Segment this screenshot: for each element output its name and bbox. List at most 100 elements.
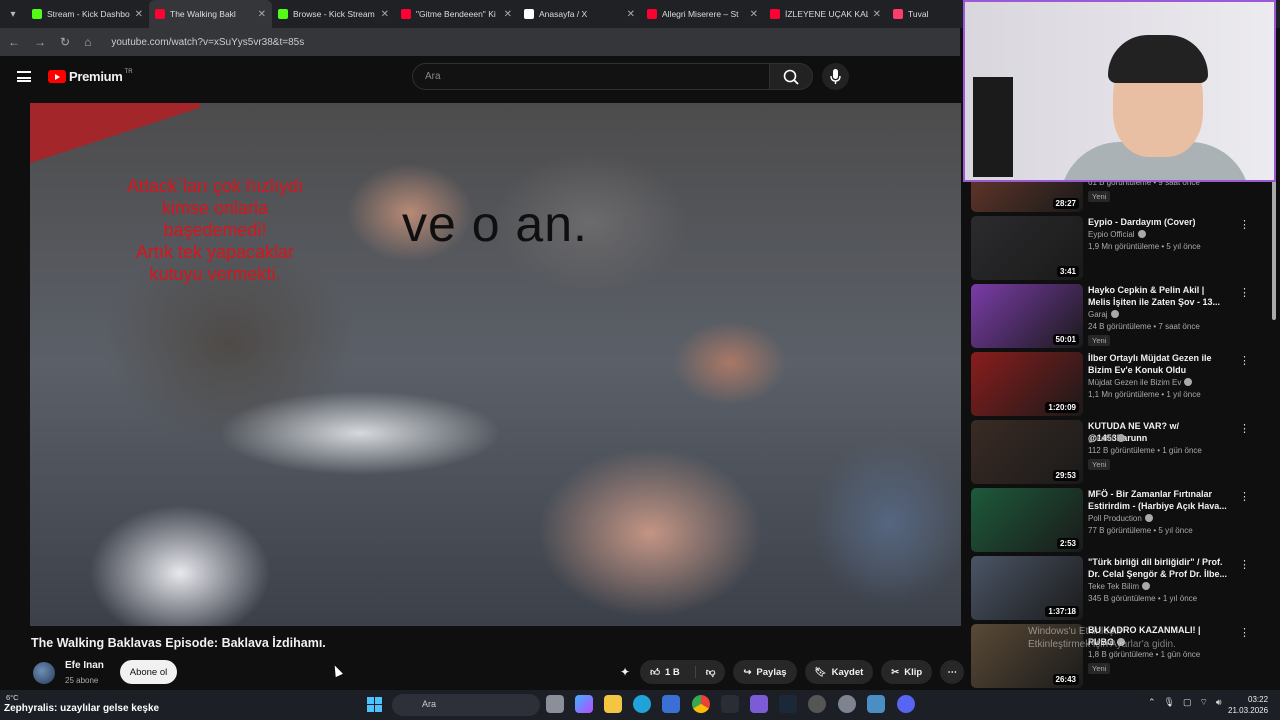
channel-name[interactable]: Efe Inan [65, 660, 104, 671]
tab-close-icon[interactable]: ✕ [750, 9, 758, 20]
video-player[interactable]: Attack`ları çok hızlıydı kimse onlarla b… [30, 103, 961, 626]
recommended-video[interactable]: 50:01 Hayko Cepkin & Pelin Akil | Melis İ… [971, 284, 1256, 348]
steam-icon[interactable] [779, 695, 797, 713]
video-thumbnail[interactable]: 28:27 [971, 178, 1083, 212]
video-title[interactable]: Eypio - Dardayım (Cover) [1088, 216, 1228, 228]
channel-name[interactable]: Eypio Official [1088, 230, 1146, 239]
video-title[interactable]: MFÖ - Bir Zamanlar Fırtınalar Estirirdim… [1088, 488, 1228, 512]
overlay-line: kutuyu vermekti. [149, 264, 281, 284]
windows-start-icon[interactable] [367, 697, 382, 712]
weather-widget[interactable]: 6°C [6, 693, 19, 702]
channel-name[interactable]: Müjdat Gezen ile Bizim Ev [1088, 378, 1193, 387]
clip-label: Klip [904, 666, 923, 678]
store-icon[interactable] [662, 695, 680, 713]
video-title[interactable]: Hayko Cepkin & Pelin Akil | Melis İşiten… [1088, 284, 1228, 308]
edge-icon[interactable] [633, 695, 651, 713]
video-duration: 26:43 [1052, 674, 1079, 685]
more-options-icon[interactable]: ⋮ [1239, 422, 1250, 435]
tab-title: Allegri Miserere – St [662, 9, 739, 19]
taskbar-clock[interactable]: 03:22 21.03.2026 [1228, 694, 1268, 716]
like-button[interactable]: 👍︎ 1 B 👎︎ [640, 660, 726, 684]
more-actions-button[interactable]: ⋯ [940, 660, 965, 684]
bookmark-icon: 🔖︎ [814, 666, 827, 678]
channel-name[interactable]: Teke Tek Bilim [1088, 582, 1150, 591]
overlay-line: kimse onlarla [161, 198, 269, 218]
utility-icon[interactable] [867, 695, 885, 713]
reload-icon[interactable]: ↻ [60, 35, 70, 49]
video-thumbnail[interactable]: 3:41 [971, 216, 1083, 280]
share-button[interactable]: ↪ Paylaş [733, 660, 797, 684]
video-thumbnail[interactable]: 2:53 [971, 488, 1083, 552]
home-icon[interactable]: ⌂ [84, 35, 91, 49]
menu-icon[interactable] [17, 71, 31, 82]
subscribe-button[interactable]: Abone ol [120, 660, 177, 684]
browser-tab[interactable]: İZLEYENE UÇAK KALI ✕ [764, 0, 887, 28]
search-button[interactable] [769, 63, 813, 90]
file-explorer-icon[interactable] [604, 695, 622, 713]
forward-icon[interactable]: → [34, 35, 46, 49]
more-options-icon[interactable]: ⋮ [1239, 558, 1250, 571]
video-overlay-caption: ve o an. [402, 196, 588, 252]
video-title[interactable]: İlber Ortaylı Müjdat Gezen ile Bizim Ev'… [1088, 352, 1228, 376]
copilot-icon[interactable] [575, 695, 593, 713]
tab-close-icon[interactable]: ✕ [135, 9, 143, 20]
system-tray-icons[interactable]: ⌃🎙︎▢⌔🔊︎ [1148, 697, 1230, 708]
obs-icon[interactable] [750, 695, 768, 713]
more-options-icon[interactable]: ⋮ [1239, 626, 1250, 639]
taskbar-search[interactable]: Ara [392, 694, 540, 716]
browser-tab[interactable]: The Walking Bakl ✕ [149, 0, 272, 28]
video-thumbnail[interactable]: 1:20:09 [971, 352, 1083, 416]
channel-name[interactable]: Garaj [1088, 310, 1119, 319]
app-icon[interactable] [721, 695, 739, 713]
browser-tab[interactable]: Allegri Miserere – St ✕ [641, 0, 764, 28]
channel-avatar[interactable] [33, 662, 55, 684]
discord-icon[interactable] [897, 695, 915, 713]
scrollbar-thumb[interactable] [1272, 180, 1276, 320]
task-view-icon[interactable] [546, 695, 564, 713]
recommended-video[interactable]: 1:20:09 İlber Ortaylı Müjdat Gezen ile Bi… [971, 352, 1256, 416]
tab-close-icon[interactable]: ✕ [873, 9, 881, 20]
voice-search-button[interactable] [822, 63, 849, 90]
sparkle-icon[interactable]: ✦ [620, 665, 630, 679]
recommended-video[interactable]: 29:53KUTUDA NE VAR? w/ @1453harunngokala… [971, 420, 1256, 484]
channel-name[interactable]: gokalaf [1088, 434, 1125, 443]
video-thumbnail[interactable]: 1:37:18 [971, 556, 1083, 620]
video-thumbnail[interactable]: 29:53 [971, 420, 1083, 484]
browser-tab[interactable]: Anasayfa / X ✕ [518, 0, 641, 28]
recommended-video[interactable]: 1:37:18 "Türk birliği dil birliğidir" / P… [971, 556, 1256, 620]
settings-icon[interactable] [838, 695, 856, 713]
tab-close-icon[interactable]: ✕ [504, 9, 512, 20]
more-options-icon[interactable]: ⋮ [1239, 286, 1250, 299]
recommended-video[interactable]: 2:53 MFÖ - Bir Zamanlar Fırtınalar Estiri… [971, 488, 1256, 552]
url-field[interactable]: youtube.com/watch?v=xSuYys5vr38&t=85s [111, 37, 304, 48]
video-thumbnail[interactable]: 50:01 [971, 284, 1083, 348]
recommended-video[interactable]: 28:27 61 B görüntüleme • 9 saat önce Yeni [971, 178, 1256, 212]
browser-tab[interactable]: "Gitme Bendeeen" Ki ✕ [395, 0, 518, 28]
more-options-icon[interactable]: ⋮ [1239, 218, 1250, 231]
browser-tab[interactable]: Stream - Kick Dashbo ✕ [26, 0, 149, 28]
new-badge: Yeni [1088, 335, 1111, 346]
github-icon[interactable] [808, 695, 826, 713]
clip-button[interactable]: ✂ Klip [881, 660, 933, 684]
save-button[interactable]: 🔖︎ Kaydet [804, 660, 874, 684]
video-title[interactable]: "Türk birliği dil birliğidir" / Prof. Dr… [1088, 556, 1228, 580]
dislike-icon[interactable]: 👎︎ [694, 666, 715, 678]
tab-search-icon[interactable]: ▾ [0, 0, 26, 28]
chrome-icon[interactable] [692, 695, 710, 713]
more-icon: ⋯ [947, 666, 957, 678]
tab-close-icon[interactable]: ✕ [627, 9, 635, 20]
video-meta: 77 B görüntüleme • 5 yıl önce [1088, 526, 1193, 535]
tab-close-icon[interactable]: ✕ [381, 9, 389, 20]
more-options-icon[interactable]: ⋮ [1239, 354, 1250, 367]
tab-close-icon[interactable]: ✕ [258, 9, 266, 20]
channel-name[interactable]: Poll Production [1088, 514, 1153, 523]
back-icon[interactable]: ← [8, 35, 20, 49]
tab-favicon-icon [770, 9, 780, 19]
youtube-logo[interactable]: Premium TR [48, 69, 133, 84]
recommended-video[interactable]: 3:41 Eypio - Dardayım (Cover) Eypio Offici… [971, 216, 1256, 280]
search-input[interactable]: Ara [412, 63, 770, 90]
browser-tab[interactable]: Browse - Kick Stream ✕ [272, 0, 395, 28]
overlay-line: Attack`ları çok hızlıydı [126, 176, 304, 196]
verified-icon [1184, 378, 1193, 386]
more-options-icon[interactable]: ⋮ [1239, 490, 1250, 503]
